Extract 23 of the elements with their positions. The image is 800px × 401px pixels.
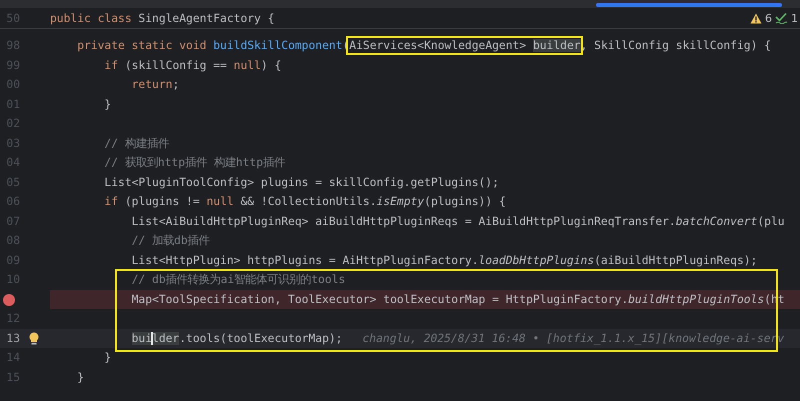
code-line: if (skillConfig == null) { bbox=[103, 58, 282, 74]
code-line: } bbox=[103, 350, 112, 366]
code-line: // 构建插件 bbox=[103, 136, 169, 152]
code-line: List<AiBuildHttpPluginReq> aiBuildHttpPluginReqs = AiBuildHttpPluginReqTransfer.batchConvert(plu bbox=[130, 214, 785, 230]
code-line: return; bbox=[130, 77, 180, 94]
code-line: List<PluginToolConfig> plugins = skillConfig.getPlugins(); bbox=[103, 174, 499, 191]
warning-icon[interactable] bbox=[750, 12, 762, 24]
line-number: 13 bbox=[5, 330, 20, 347]
code-line: List<HttpPlugin> httpPlugins = AiHttpPluginFactory.loadDbHttpPlugins(aiBuildHttpPluginReqs); bbox=[130, 252, 758, 269]
code-line: public class SingleAgentFactory { bbox=[50, 10, 274, 26]
lightbulb-icon[interactable] bbox=[29, 332, 39, 344]
breakpoint-icon[interactable] bbox=[3, 294, 15, 306]
warning-count: 6 bbox=[765, 12, 772, 24]
code-line: // 获取到http插件 构建http插件 bbox=[103, 155, 286, 172]
code-line: builder.tools(toolExecutorMap); bbox=[130, 330, 342, 347]
code-line: // 加载db插件 bbox=[130, 233, 210, 250]
check-icon[interactable] bbox=[775, 12, 788, 24]
code-line: } bbox=[76, 370, 84, 386]
scroll-thumb[interactable] bbox=[596, 3, 782, 7]
code-line: // db插件转换为ai智能体可识别的tools bbox=[130, 272, 346, 288]
check-count: 1 bbox=[791, 12, 798, 24]
code-line: } bbox=[103, 96, 112, 113]
code-line: if (plugins != null && !CollectionUtils.isEmpty(plugins)) { bbox=[103, 194, 506, 210]
